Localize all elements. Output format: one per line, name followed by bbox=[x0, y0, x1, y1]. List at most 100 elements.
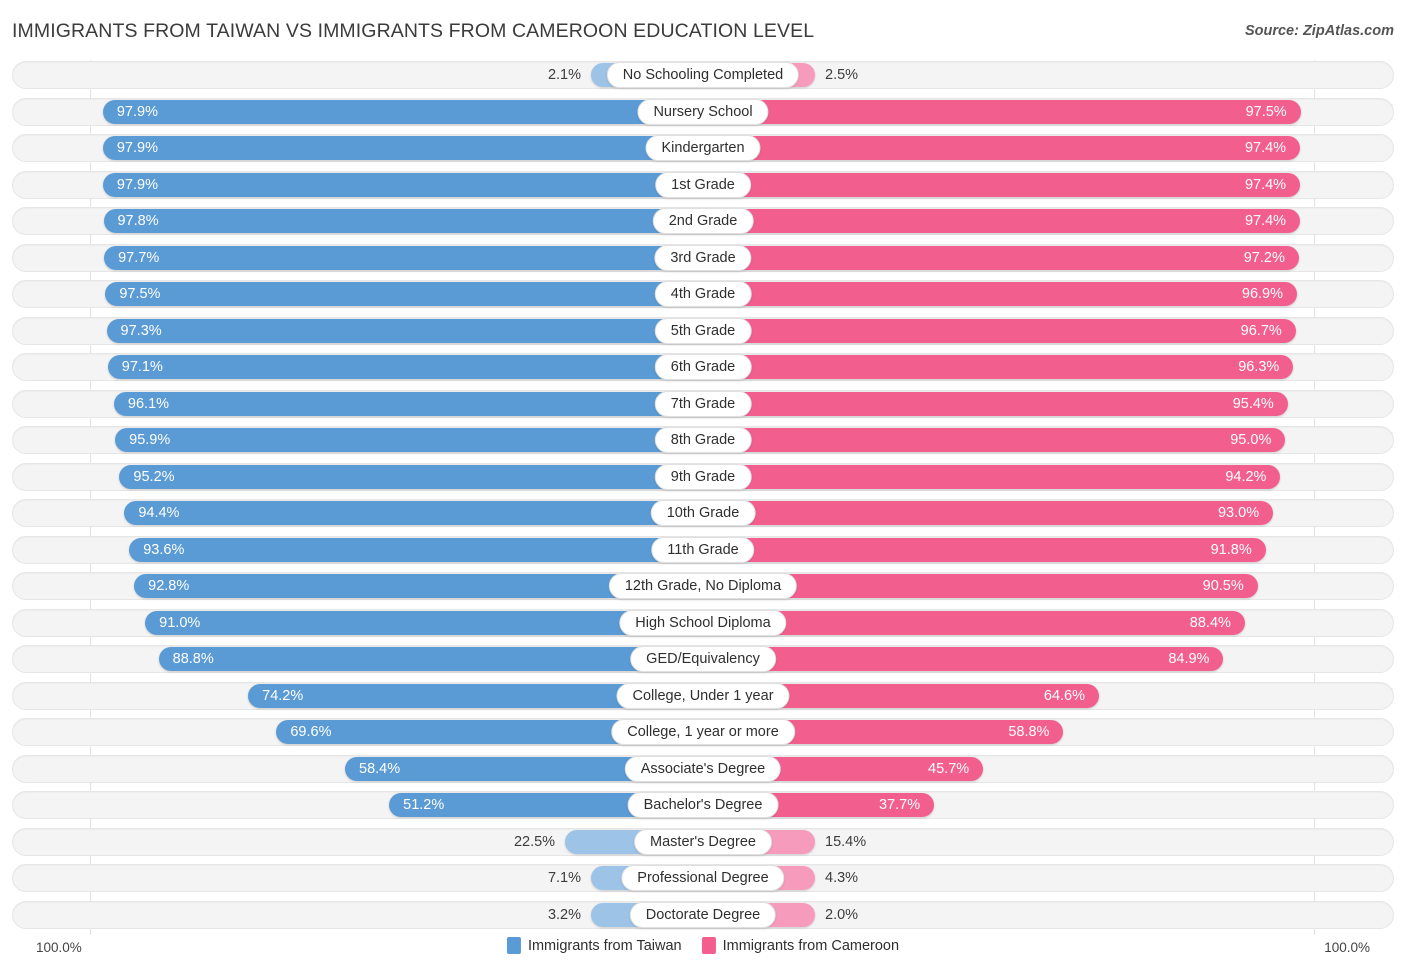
bar-right-cameroon[interactable] bbox=[703, 209, 1301, 233]
row-left-half: 97.5% bbox=[12, 279, 703, 309]
row-left-half: 97.7% bbox=[12, 243, 703, 273]
chart-page: IMMIGRANTS FROM TAIWAN VS IMMIGRANTS FRO… bbox=[0, 0, 1406, 975]
bar-value-right: 2.0% bbox=[825, 906, 859, 923]
bar-value-left: 92.8% bbox=[148, 578, 190, 594]
bar-value-left: 97.1% bbox=[121, 359, 163, 375]
bar-right-cameroon[interactable] bbox=[703, 428, 1286, 452]
category-label-pill: 10th Grade bbox=[650, 500, 756, 526]
bar-value-left: 97.9% bbox=[116, 140, 158, 156]
row-right-half: 97.4% bbox=[703, 170, 1394, 200]
chart-footer: 100.0% Immigrants from Taiwan Immigrants … bbox=[12, 937, 1394, 961]
bar-left-taiwan[interactable] bbox=[124, 501, 703, 525]
row-right-half: 93.0% bbox=[703, 498, 1394, 528]
bar-value-right: 37.7% bbox=[878, 797, 921, 813]
bar-left-taiwan[interactable] bbox=[107, 355, 703, 379]
bar-left-taiwan[interactable] bbox=[115, 428, 703, 452]
axis-label-left: 100.0% bbox=[36, 940, 82, 955]
bar-value-left: 91.0% bbox=[159, 614, 201, 631]
bar-value-right: 96.9% bbox=[1241, 286, 1283, 302]
category-label-pill: 3rd Grade bbox=[654, 244, 752, 271]
bar-left-taiwan[interactable] bbox=[104, 245, 703, 270]
bar-row: 97.9% 97.4% 1st Grade bbox=[12, 170, 1394, 200]
category-label-pill: Nursery School bbox=[637, 98, 769, 125]
bar-value-left: 97.3% bbox=[120, 322, 162, 339]
bar-value-left: 69.6% bbox=[290, 724, 332, 740]
category-label-pill: No Schooling Completed bbox=[606, 62, 800, 88]
bar-row: 95.9% 95.0% 8th Grade bbox=[12, 425, 1394, 455]
row-left-half: 58.4% bbox=[12, 754, 703, 784]
bar-left-taiwan[interactable] bbox=[105, 282, 703, 306]
bar-value-left: 2.1% bbox=[547, 67, 581, 83]
bar-right-cameroon[interactable] bbox=[703, 355, 1294, 379]
axis-label-right: 100.0% bbox=[1324, 940, 1370, 955]
bar-value-left: 88.8% bbox=[172, 651, 214, 667]
bar-right-cameroon[interactable] bbox=[703, 136, 1301, 160]
bar-value-right: 90.5% bbox=[1202, 578, 1244, 594]
row-left-half: 3.2% bbox=[12, 900, 703, 930]
bar-value-left: 97.8% bbox=[117, 213, 159, 229]
bar-row: 96.1% 95.4% 7th Grade bbox=[12, 389, 1394, 419]
bar-left-taiwan[interactable] bbox=[119, 464, 703, 489]
bar-right-cameroon[interactable] bbox=[703, 647, 1224, 671]
bar-row: 2.1% 2.5% No Schooling Completed bbox=[12, 60, 1394, 90]
bar-right-cameroon[interactable] bbox=[703, 391, 1288, 416]
bar-right-cameroon[interactable] bbox=[703, 501, 1274, 525]
bar-value-right: 94.2% bbox=[1225, 468, 1267, 485]
bar-value-right: 64.6% bbox=[1043, 687, 1085, 704]
category-label-pill: 8th Grade bbox=[654, 427, 752, 453]
bar-value-left: 93.6% bbox=[143, 541, 185, 558]
bar-right-cameroon[interactable] bbox=[703, 99, 1301, 124]
bar-left-taiwan[interactable] bbox=[102, 172, 703, 197]
bar-right-cameroon[interactable] bbox=[703, 318, 1296, 343]
bar-right-cameroon[interactable] bbox=[703, 172, 1301, 197]
legend-label: Immigrants from Cameroon bbox=[722, 937, 900, 954]
category-label-pill: 5th Grade bbox=[654, 317, 752, 344]
legend-item[interactable]: Immigrants from Cameroon bbox=[701, 937, 900, 954]
bar-left-taiwan[interactable] bbox=[106, 318, 703, 343]
bar-left-taiwan[interactable] bbox=[158, 647, 703, 671]
bar-right-cameroon[interactable] bbox=[703, 464, 1281, 489]
bar-right-cameroon[interactable] bbox=[703, 245, 1299, 270]
row-right-half: 91.8% bbox=[703, 535, 1394, 565]
bar-value-right: 97.4% bbox=[1244, 176, 1287, 193]
bar-left-taiwan[interactable] bbox=[102, 99, 703, 124]
row-left-half: 97.3% bbox=[12, 316, 703, 346]
legend-swatch-blue bbox=[506, 937, 521, 954]
category-label-pill: GED/Equivalency bbox=[630, 646, 776, 672]
row-left-half: 97.9% bbox=[12, 97, 703, 127]
legend-item[interactable]: Immigrants from Taiwan bbox=[506, 937, 682, 954]
bar-value-right: 97.4% bbox=[1244, 213, 1287, 229]
category-label-pill: College, 1 year or more bbox=[611, 719, 795, 745]
category-label-pill: 4th Grade bbox=[654, 281, 752, 307]
bar-left-taiwan[interactable] bbox=[129, 537, 703, 562]
category-label-pill: 6th Grade bbox=[654, 354, 752, 380]
bar-rows-container: 2.1% 2.5% No Schooling Completed 97.9% 97.5%… bbox=[12, 60, 1394, 930]
category-label-pill: 9th Grade bbox=[654, 463, 752, 490]
bar-value-left: 97.7% bbox=[118, 249, 160, 266]
bar-row: 93.6% 91.8% 11th Grade bbox=[12, 535, 1394, 565]
bar-row: 7.1% 4.3% Professional Degree bbox=[12, 863, 1394, 893]
row-right-half: 96.7% bbox=[703, 316, 1394, 346]
bar-left-taiwan[interactable] bbox=[102, 136, 703, 160]
bar-left-taiwan[interactable] bbox=[103, 209, 703, 233]
chart-legend: Immigrants from Taiwan Immigrants from Ca… bbox=[506, 937, 900, 954]
bar-value-left: 96.1% bbox=[127, 395, 170, 412]
bar-right-cameroon[interactable] bbox=[703, 282, 1297, 306]
bar-value-right: 96.3% bbox=[1238, 359, 1280, 375]
bar-row: 92.8% 90.5% 12th Grade, No Diploma bbox=[12, 571, 1394, 601]
bar-value-left: 97.9% bbox=[116, 103, 158, 120]
bar-value-right: 97.2% bbox=[1243, 249, 1285, 266]
category-label-pill: 2nd Grade bbox=[652, 208, 754, 234]
bar-right-cameroon[interactable] bbox=[703, 537, 1266, 562]
bar-value-right: 88.4% bbox=[1189, 614, 1231, 631]
category-label-pill: 12th Grade, No Diploma bbox=[608, 573, 798, 599]
category-label-pill: Associate's Degree bbox=[624, 755, 782, 782]
row-left-half: 7.1% bbox=[12, 863, 703, 893]
bar-left-taiwan[interactable] bbox=[113, 391, 703, 416]
row-right-half: 15.4% bbox=[703, 827, 1394, 857]
row-left-half: 95.9% bbox=[12, 425, 703, 455]
category-label-pill: Kindergarten bbox=[645, 135, 761, 161]
category-label-pill: Professional Degree bbox=[621, 865, 785, 891]
bar-value-right: 97.5% bbox=[1245, 103, 1287, 120]
bar-value-left: 3.2% bbox=[547, 906, 581, 923]
